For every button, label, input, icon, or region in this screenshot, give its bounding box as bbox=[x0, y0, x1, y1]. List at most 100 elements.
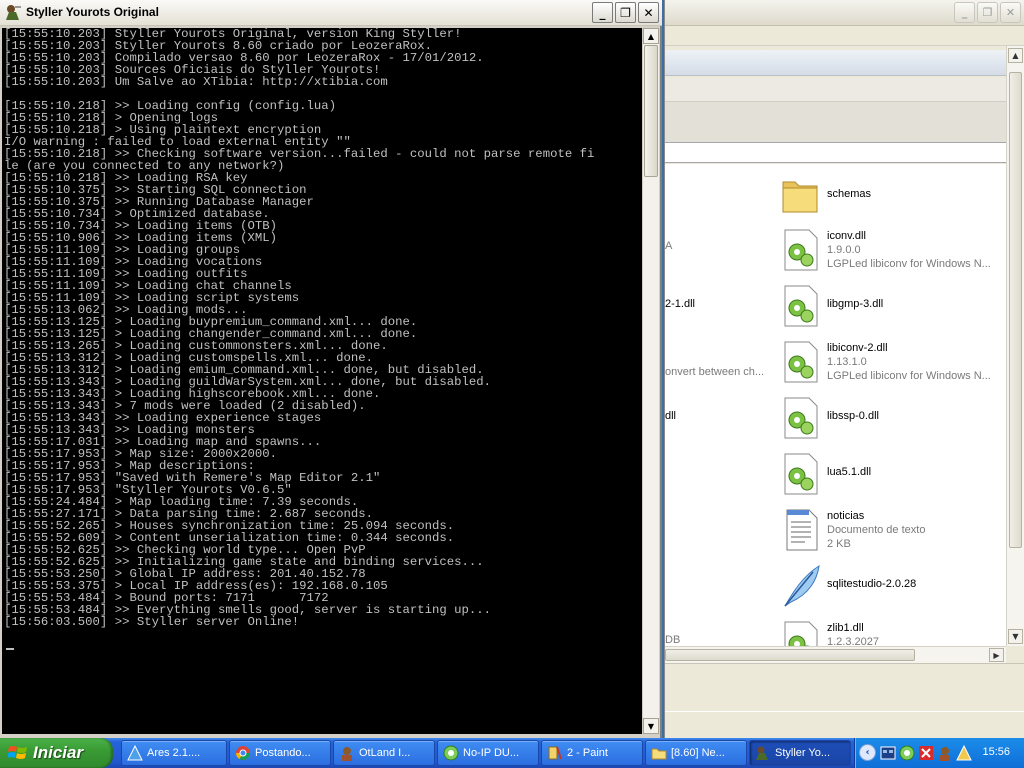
console-minimize-button[interactable]: _ bbox=[592, 2, 613, 23]
scroll-up-arrow-icon[interactable]: ▲ bbox=[643, 28, 659, 44]
system-tray: ‹ 15:56 bbox=[854, 738, 1024, 768]
file-item-schemas[interactable]: schemas bbox=[775, 168, 1005, 224]
scroll-thumb[interactable] bbox=[644, 45, 658, 177]
noip-tray-icon[interactable] bbox=[899, 745, 915, 761]
network-tray-icon[interactable] bbox=[880, 745, 896, 761]
explorer-file-area: A 2-1.dll onvert between ch... dll DB sc… bbox=[665, 164, 1006, 646]
console-output[interactable]: [15:55:10.203] Styller Yourots Original,… bbox=[2, 28, 642, 734]
task-styller[interactable]: Styller Yo... bbox=[749, 740, 851, 766]
folder-icon bbox=[651, 748, 667, 760]
dll-icon bbox=[784, 285, 818, 327]
hscroll-thumb[interactable] bbox=[665, 649, 915, 661]
text-document-icon bbox=[786, 509, 818, 551]
console-title: Styller Yourots Original bbox=[26, 5, 159, 19]
feather-icon bbox=[784, 565, 820, 607]
explorer-close-button[interactable]: ✕ bbox=[1000, 2, 1021, 23]
taskbar: Iniciar Ares 2.1.... Postando... OtLand … bbox=[0, 738, 1024, 768]
console-vertical-scrollbar[interactable]: ▲ ▼ bbox=[642, 28, 659, 734]
partial-text-convert: onvert between ch... bbox=[665, 366, 765, 378]
dll-icon bbox=[784, 229, 818, 271]
partial-text-dll: dll bbox=[665, 410, 677, 422]
file-name: zlib1.dll bbox=[827, 622, 864, 634]
console-close-button[interactable]: ✕ bbox=[638, 2, 659, 23]
task-otland[interactable]: OtLand I... bbox=[333, 740, 435, 766]
file-item-zlib[interactable]: zlib1.dll 1.2.3.2027 bbox=[775, 616, 1005, 646]
task-label: Styller Yo... bbox=[775, 747, 831, 759]
console-titlebar[interactable]: Styller Yourots Original _ ❐ ✕ bbox=[0, 0, 662, 26]
file-item-sqlitestudio[interactable]: sqlitestudio-2.0.28 bbox=[775, 560, 1005, 616]
scroll-up-arrow-icon[interactable]: ▲ bbox=[1008, 48, 1023, 63]
partial-text-dll-2-1: 2-1.dll bbox=[665, 298, 695, 310]
task-folder[interactable]: [8.60] Ne... bbox=[645, 740, 747, 766]
scroll-down-arrow-icon[interactable]: ▼ bbox=[643, 718, 659, 734]
ares-tray-icon[interactable] bbox=[956, 745, 972, 761]
dll-icon bbox=[784, 621, 818, 646]
file-size: 2 KB bbox=[827, 538, 851, 550]
file-name: noticias bbox=[827, 510, 865, 522]
explorer-statusbar bbox=[665, 711, 1024, 738]
partial-text-a: A bbox=[665, 240, 673, 252]
styller-icon bbox=[756, 746, 768, 760]
explorer-address-bar[interactable] bbox=[665, 142, 1006, 163]
chrome-icon bbox=[236, 746, 250, 760]
file-type: Documento de texto bbox=[827, 524, 926, 536]
file-item-libssp[interactable]: libssp-0.dll bbox=[775, 392, 1005, 448]
ares-icon bbox=[127, 745, 143, 761]
explorer-toolbar-secondary bbox=[665, 78, 1006, 102]
task-label: 2 - Paint bbox=[567, 747, 608, 759]
scroll-right-arrow-icon[interactable]: ▶ bbox=[989, 648, 1004, 662]
styller-app-icon bbox=[6, 5, 21, 20]
partial-text-db: DB bbox=[665, 634, 681, 646]
antivirus-tray-icon[interactable] bbox=[918, 745, 934, 761]
task-label: OtLand I... bbox=[359, 747, 411, 759]
clock: 15:56 bbox=[982, 746, 1010, 758]
file-name: libgmp-3.dll bbox=[827, 298, 884, 310]
file-version: 1.2.3.2027 bbox=[827, 636, 879, 646]
file-item-noticias[interactable]: noticias Documento de texto 2 KB bbox=[775, 504, 1005, 560]
explorer-horizontal-scrollbar[interactable]: ▶ bbox=[665, 646, 1006, 663]
otland-tray-icon[interactable] bbox=[937, 745, 953, 761]
task-noip[interactable]: No-IP DU... bbox=[437, 740, 539, 766]
task-label: Ares 2.1.... bbox=[147, 747, 201, 759]
file-item-libgmp[interactable]: libgmp-3.dll bbox=[775, 280, 1005, 336]
explorer-restore-button[interactable]: ❐ bbox=[977, 2, 998, 23]
dll-icon bbox=[784, 453, 818, 495]
tray-expand-button[interactable]: ‹ bbox=[859, 744, 876, 761]
explorer-vertical-scrollbar[interactable]: ▲ ▼ bbox=[1006, 46, 1024, 646]
otland-icon bbox=[342, 747, 352, 761]
noip-icon bbox=[443, 745, 459, 761]
task-chrome[interactable]: Postando... bbox=[229, 740, 331, 766]
explorer-panel-header bbox=[665, 102, 1006, 142]
console-cursor bbox=[6, 648, 14, 650]
task-paint[interactable]: 2 - Paint bbox=[541, 740, 643, 766]
file-item-libiconv[interactable]: libiconv-2.dll 1.13.1.0 LGPLed libiconv … bbox=[775, 336, 1005, 392]
dll-icon bbox=[784, 341, 818, 383]
console-log-text: [15:55:10.203] Styller Yourots Original,… bbox=[4, 28, 595, 629]
file-name: libiconv-2.dll bbox=[827, 342, 888, 354]
explorer-titlebar[interactable]: _ ❐ ✕ bbox=[665, 0, 1024, 26]
task-label: Postando... bbox=[255, 747, 311, 759]
explorer-details-area bbox=[665, 663, 1024, 711]
explorer-window[interactable]: _ ❐ ✕ A 2-1.dll onvert between ch... dll… bbox=[664, 0, 1024, 738]
scroll-thumb[interactable] bbox=[1009, 72, 1022, 548]
file-name: sqlitestudio-2.0.28 bbox=[827, 578, 917, 590]
file-version: 1.13.1.0 bbox=[827, 356, 867, 368]
file-item-lua[interactable]: lua5.1.dll bbox=[775, 448, 1005, 504]
file-name: schemas bbox=[827, 188, 872, 200]
file-name: lua5.1.dll bbox=[827, 466, 872, 478]
scroll-down-arrow-icon[interactable]: ▼ bbox=[1008, 629, 1023, 644]
start-button[interactable]: Iniciar bbox=[0, 738, 113, 768]
folder-icon bbox=[782, 181, 818, 213]
console-window[interactable]: Styller Yourots Original _ ❐ ✕ [15:55:10… bbox=[0, 0, 662, 738]
console-restore-button[interactable]: ❐ bbox=[615, 2, 636, 23]
task-ares[interactable]: Ares 2.1.... bbox=[121, 740, 227, 766]
start-label: Iniciar bbox=[33, 743, 84, 762]
file-description: LGPLed libiconv for Windows N... bbox=[827, 258, 991, 270]
file-name: iconv.dll bbox=[827, 230, 866, 242]
paint-icon bbox=[548, 746, 562, 760]
file-item-iconv[interactable]: iconv.dll 1.9.0.0 LGPLed libiconv for Wi… bbox=[775, 224, 1005, 280]
explorer-minimize-button[interactable]: _ bbox=[954, 2, 975, 23]
file-version: 1.9.0.0 bbox=[827, 244, 861, 256]
explorer-toolbar bbox=[665, 50, 1006, 76]
explorer-menubar bbox=[665, 26, 1024, 46]
